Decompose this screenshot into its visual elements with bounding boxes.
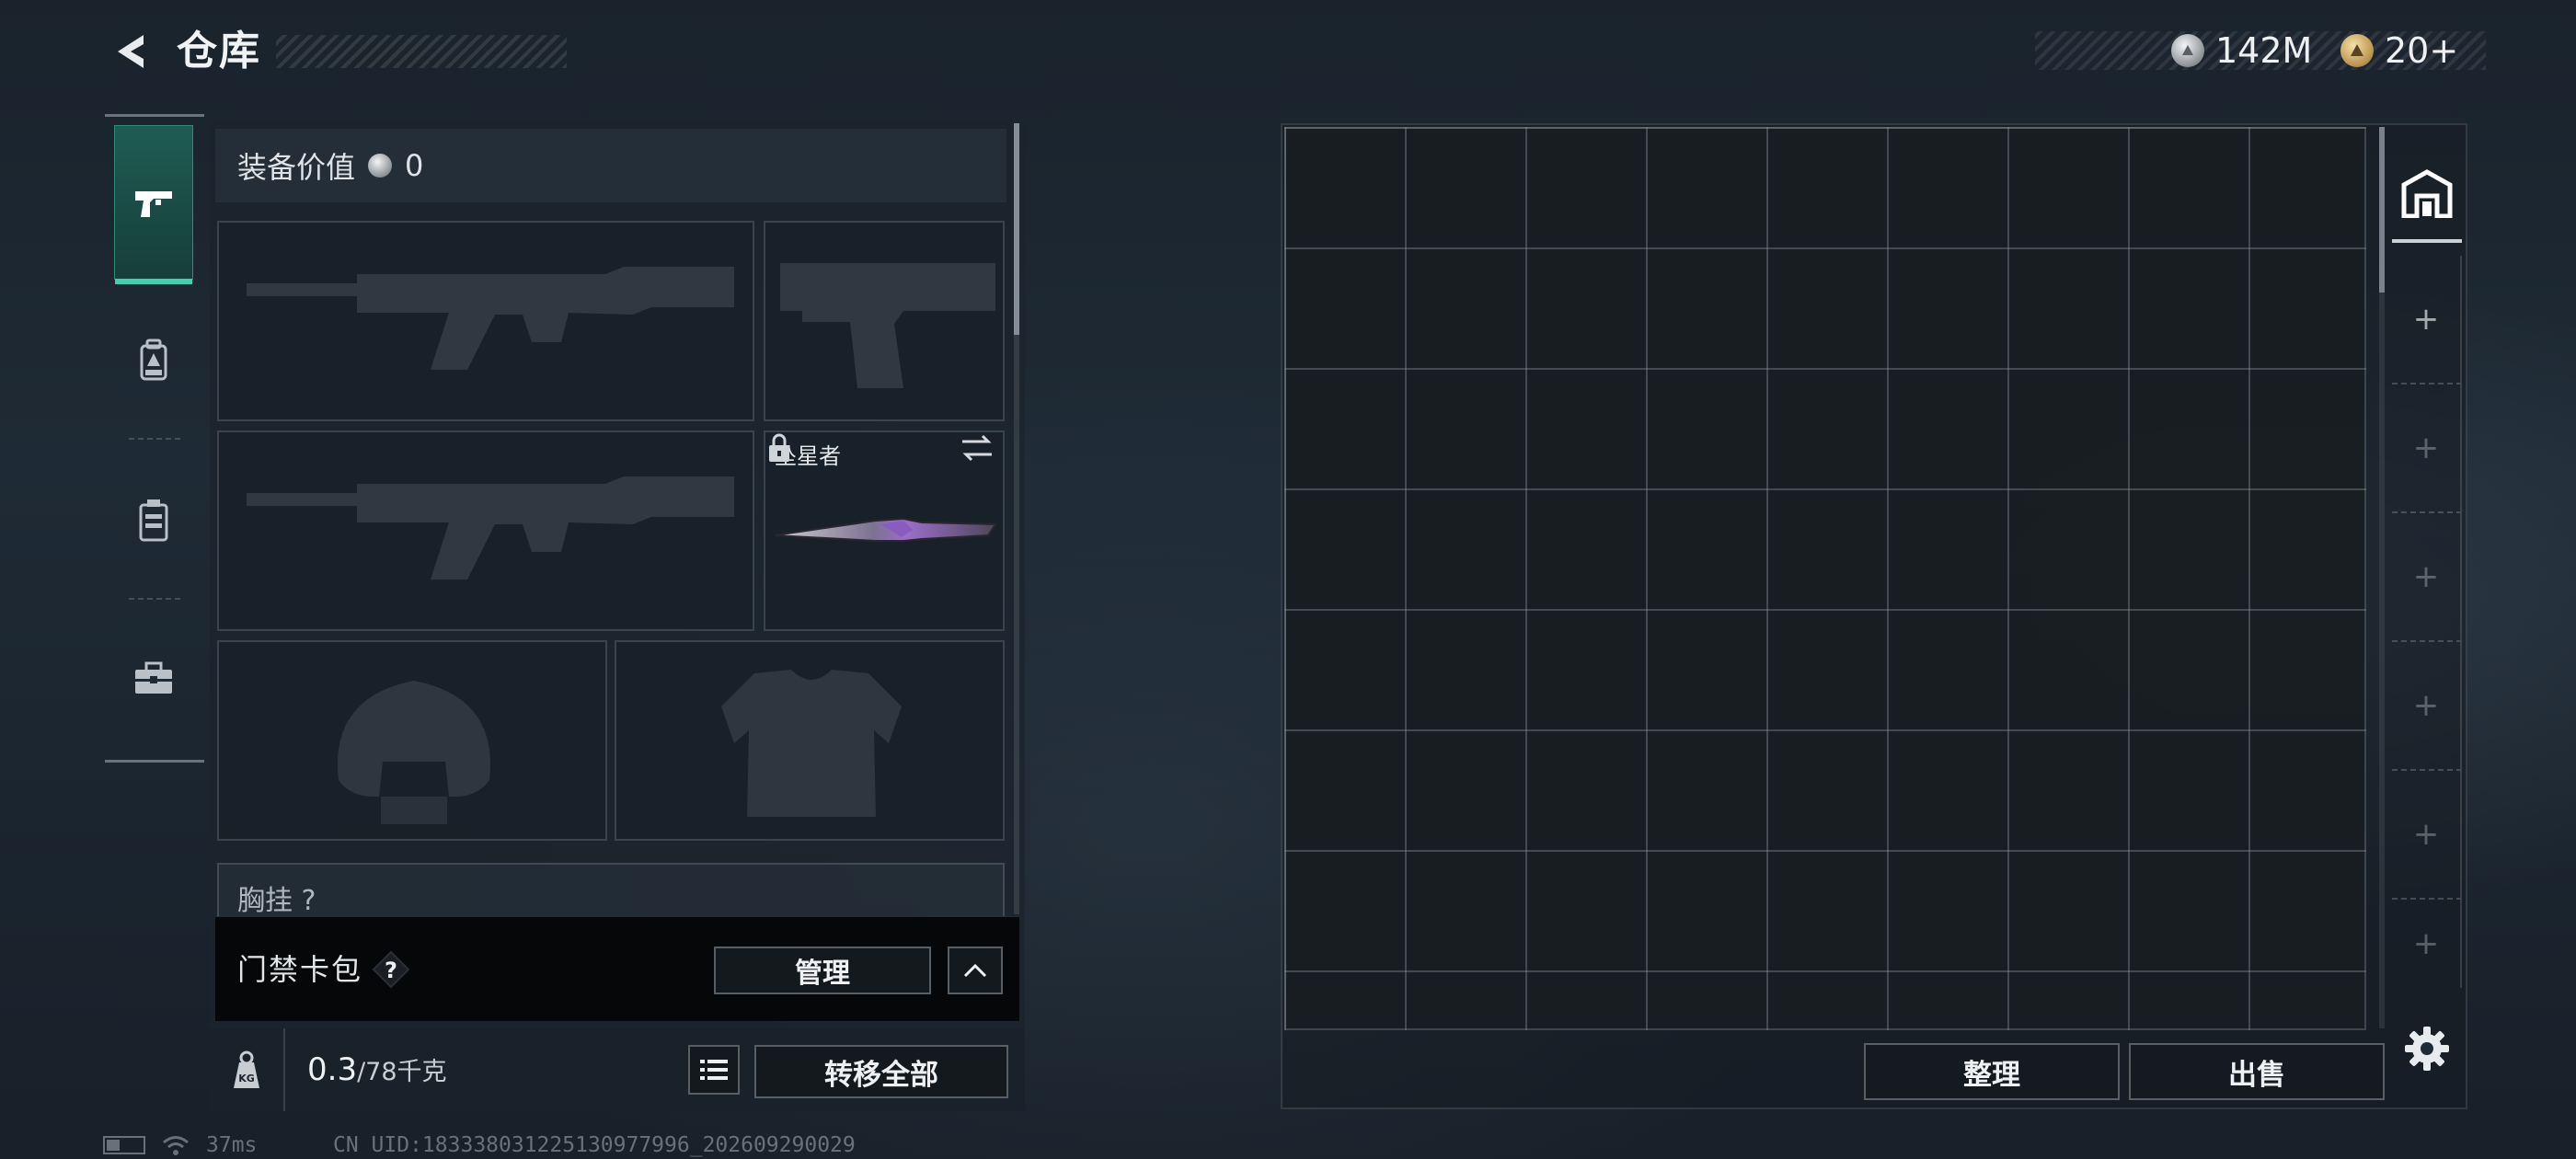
rail-separator [129,598,180,600]
storage-scrollbar-thumb[interactable] [2379,127,2385,293]
backpack-icon [140,339,167,381]
lock-icon [769,433,789,462]
toolbox-icon [135,661,172,694]
chest-rig-slot[interactable]: 胸挂 ? [217,863,1005,918]
rail-top-line [105,114,204,117]
gear-icon [2405,1027,2449,1071]
helmet-silhouette-icon [338,681,490,824]
helmet-slot[interactable] [217,640,607,841]
primary-weapon-slot-2[interactable] [217,430,754,631]
page-title: 仓库 [177,28,261,75]
equipment-value-amount: 0 [405,148,424,183]
add-page-button[interactable]: + [2392,256,2462,384]
weight-bar: KG 0.3/78千克 转移全部 [210,1028,1025,1111]
weight-kg-label: KG [238,1073,255,1084]
weight-icon-box: KG [210,1028,285,1111]
knife-item-image [774,517,997,542]
rifle-silhouette-icon [247,267,734,370]
weight-capacity: /78千克 [357,1058,447,1086]
armor-silhouette-icon [721,670,902,817]
title-decoration [276,35,567,68]
add-page-button[interactable]: + [2392,513,2462,642]
gold-amount: 20+ [2385,30,2459,71]
settings-button[interactable] [2399,1021,2455,1076]
add-page-button[interactable]: + [2392,900,2462,988]
equipment-scrollbar-thumb[interactable] [1014,123,1019,335]
storage-grid[interactable] [1284,127,2366,1030]
silver-amount: 142M [2215,30,2313,71]
weight-current: 0.3 [307,1051,358,1088]
storage-page-tab-1[interactable] [2392,147,2462,243]
equipment-value-bar: 装备价值 0 [215,129,1006,202]
sort-button[interactable]: 整理 [1864,1043,2120,1100]
weight-kg-icon: KG [234,1050,259,1088]
keycard-bar: 门禁卡包 ? 管理 [215,916,1019,1021]
sell-button[interactable]: 出售 [2129,1043,2385,1100]
weight-text: 0.3/78千克 [307,1028,447,1111]
chest-rig-label: 胸挂 ? [237,885,316,917]
back-button[interactable] [103,24,158,79]
silver-coin-icon [368,154,393,178]
battery-icon [103,1136,145,1154]
manage-button[interactable]: 管理 [714,947,931,994]
rail-bottom-line [105,760,204,763]
back-arrow-icon [118,35,144,68]
add-page-button[interactable]: + [2392,384,2462,513]
list-icon [700,1060,728,1080]
silver-coin-icon [2171,34,2204,67]
keycard-label: 门禁卡包 [237,952,363,987]
tab-weapons[interactable] [114,125,193,284]
equipment-value-label: 装备价值 [237,150,356,185]
rifle-silhouette-icon [247,476,734,580]
collapse-button[interactable] [948,947,1003,994]
tab-toolbox[interactable] [114,602,193,756]
armor-slot[interactable] [615,640,1005,841]
uid-text: CN UID:183338031225130977996_20260929002… [333,1133,856,1157]
pistol-icon [135,191,172,217]
transfer-all-button[interactable]: 转移全部 [754,1045,1008,1098]
chevron-up-icon [963,963,987,978]
primary-weapon-slot-1[interactable] [217,221,754,421]
status-bar: 37ms [103,1131,257,1159]
help-glyph: ? [385,958,397,983]
melee-slot[interactable]: 坠星者 [764,430,1005,631]
ping-text: 37ms [206,1133,258,1157]
pistol-slot[interactable] [764,221,1005,421]
help-icon[interactable]: ? [372,950,410,989]
gold-currency[interactable]: 20+ [2340,26,2458,75]
wifi-icon [163,1136,189,1155]
storage-page-icon [2401,169,2453,218]
silver-currency[interactable]: 142M [2171,26,2312,75]
list-view-button[interactable] [688,1045,740,1095]
vest-icon [139,499,168,542]
tab-backpack[interactable] [114,283,193,438]
tab-vest[interactable] [114,443,193,598]
rail-separator [129,438,180,440]
add-page-button[interactable]: + [2392,771,2462,900]
gold-coin-icon [2340,34,2374,67]
add-page-button[interactable]: + [2392,642,2462,771]
pistol-silhouette-icon [780,263,995,388]
